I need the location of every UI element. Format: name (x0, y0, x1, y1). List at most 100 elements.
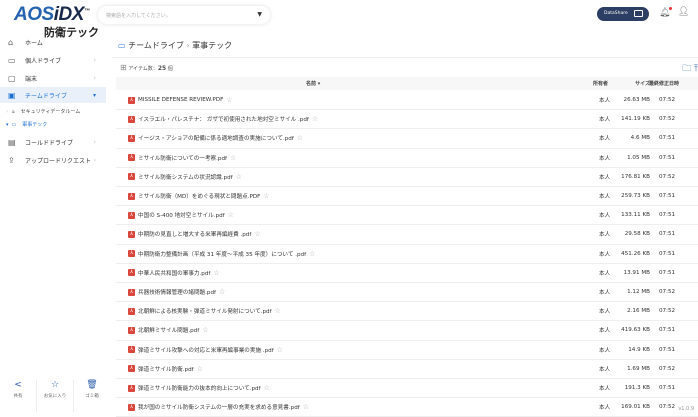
table-row[interactable]: ⅄ 弾道ミサイル防衛.pdf ☆ 1.69 MB 本人 07:52 (116, 360, 698, 379)
datashare-button[interactable]: DataShare (597, 7, 649, 21)
star-icon[interactable]: ☆ (226, 96, 232, 104)
file-name-cell[interactable]: ⅄ 中国の S-400 地対空ミサイル.pdf ☆ (128, 206, 234, 224)
file-name-cell[interactable]: ⅄ 我が国のミサイル防衛システムの一層の充実を求める意見書.pdf ☆ (128, 398, 309, 416)
upload-icon[interactable]: ⤒ (694, 64, 698, 74)
column-name[interactable]: 名前 ▾ (306, 77, 320, 90)
file-name-cell[interactable]: ⅄ ミサイル防衛（MD）をめぐる現状と問題点.PDF ☆ (128, 187, 270, 205)
bell-icon[interactable]: 🔔︎ (659, 7, 673, 18)
file-name[interactable]: 北朝鮮による核実験・弾道ミサイル発射について.pdf (138, 307, 272, 315)
share-button[interactable]: < 共有 (0, 380, 37, 412)
table-row[interactable]: ⅄ 中国の S-400 地対空ミサイル.pdf ☆ 133.11 KB 本人 07:… (116, 206, 698, 226)
table-row[interactable]: ⅄ 北朝鮮ミサイル問題.pdf ☆ 419.63 KB 本人 07:51 (116, 321, 698, 341)
sidebar-item-home[interactable]: ⌂ ホーム (0, 34, 106, 50)
file-name[interactable]: 中期防の見直しと増大する米軍再編経費 .pdf (138, 230, 251, 238)
column-modified[interactable]: 最終修正日時 (649, 77, 679, 90)
pdf-icon: ⅄ (128, 192, 135, 200)
table-row[interactable]: ⅄ 弾道ミサイル攻撃への対応と米軍再編事業の実施 .pdf ☆ 14.9 KB 本人… (116, 341, 698, 360)
file-name-cell[interactable]: ⅄ 北朝鮮による核実験・弾道ミサイル発射について.pdf ☆ (128, 302, 281, 320)
star-icon[interactable]: ☆ (312, 115, 318, 123)
star-icon[interactable]: ☆ (297, 134, 303, 142)
file-name[interactable]: 中期防衛力整備計画（平成 31 年度〜平成 35 年度）について .pdf (138, 250, 306, 258)
file-name-cell[interactable]: ⅄ 弾道ミサイル攻撃への対応と米軍再編事業の実施 .pdf ☆ (128, 341, 283, 359)
file-name-cell[interactable]: ⅄ イスラエル・パレスチナ： ガザで初使用された地対空ミサイル .pdf ☆ (128, 110, 318, 128)
table-row[interactable]: ⅄ ミサイル防衛システムの状況認識.pdf ☆ 176.81 KB 本人 07:52 (116, 168, 698, 187)
file-name[interactable]: ミサイル防衛システムの状況認識.pdf (138, 173, 233, 181)
star-icon[interactable]: ☆ (219, 288, 225, 296)
table-row[interactable]: ⅄ 弾道ミサイル防衛能力の抜本的向上について.pdf ☆ 191.3 KB 本人 0… (116, 379, 698, 399)
tree-item-security-dataroom[interactable]: › 🔒︎ セキュリティデータルーム (6, 108, 80, 116)
file-name[interactable]: 弾道ミサイル防衛能力の抜本的向上について.pdf (138, 384, 261, 392)
sidebar-item-team-drive[interactable]: ▣ チームドライブ ▾ (0, 87, 106, 103)
table-row[interactable]: ⅄ イスラエル・パレスチナ： ガザで初使用された地対空ミサイル .pdf ☆ 141… (116, 110, 698, 130)
file-name-cell[interactable]: ⅄ 北朝鮮ミサイル問題.pdf ☆ (128, 321, 208, 339)
table-row[interactable]: ⅄ ミサイル防衛についての一考察.pdf ☆ 1.05 MB 本人 07:51 (116, 149, 698, 168)
table-row[interactable]: ⅄ 中期防衛力整備計画（平成 31 年度〜平成 35 年度）について .pdf ☆ … (116, 245, 698, 264)
file-name[interactable]: 弾道ミサイル攻撃への対応と米軍再編事業の実施 .pdf (138, 346, 274, 354)
star-icon[interactable]: ☆ (202, 326, 208, 334)
file-name[interactable]: イスラエル・パレスチナ： ガザで初使用された地対空ミサイル .pdf (138, 115, 309, 123)
file-name[interactable]: 弾道ミサイル防衛.pdf (138, 365, 194, 373)
file-name-cell[interactable]: ⅄ 中期防衛力整備計画（平成 31 年度〜平成 35 年度）について .pdf ☆ (128, 245, 315, 263)
table-row[interactable]: ⅄ 中期防の見直しと増大する米軍再編経費 .pdf ☆ 29.58 KB 本人 07… (116, 225, 698, 245)
favorites-button[interactable]: ☆ お気に入り (37, 380, 74, 412)
table-row[interactable]: ⅄ MISSILE DEFENSE REVIEW.PDF ☆ 26.63 MB 本人… (116, 91, 698, 111)
search-input[interactable]: 検索語を入力してください。 ▼ (98, 6, 270, 24)
sidebar-item-personal-drive[interactable]: ▭ 個人ドライブ › (0, 52, 106, 68)
file-name-cell[interactable]: ⅄ 中期防の見直しと増大する米軍再編経費 .pdf ☆ (128, 225, 261, 243)
star-icon[interactable]: ☆ (254, 230, 260, 238)
file-name[interactable]: ミサイル防衛についての一考察.pdf (138, 154, 227, 162)
table-row[interactable]: ⅄ イージス・アショアの配備に係る適地調査の実施について.pdf ☆ 4.6 MB … (116, 129, 698, 149)
file-name-cell[interactable]: ⅄ ミサイル防衛についての一考察.pdf ☆ (128, 149, 236, 167)
star-icon[interactable]: ☆ (213, 269, 219, 277)
file-name-cell[interactable]: ⅄ 弾道ミサイル防衛能力の抜本的向上について.pdf ☆ (128, 379, 270, 397)
column-owner[interactable]: 所有者 (593, 77, 608, 90)
star-icon[interactable]: ☆ (275, 307, 281, 315)
chevron-down-icon[interactable]: ▼ (257, 11, 262, 18)
trash-button[interactable]: 🗑 ゴミ箱 (74, 380, 110, 412)
file-name-cell[interactable]: ⅄ MISSILE DEFENSE REVIEW.PDF ☆ (128, 91, 233, 109)
star-icon[interactable]: ☆ (228, 211, 234, 219)
column-size[interactable]: サイズ (635, 77, 650, 90)
star-icon[interactable]: ☆ (236, 173, 242, 181)
star-icon[interactable]: ☆ (197, 365, 203, 373)
file-modified: 07:52 (659, 97, 676, 104)
search-placeholder: 検索語を入力してください。 (106, 13, 171, 19)
file-modified: 07:51 (659, 250, 676, 257)
file-name[interactable]: ミサイル防衛（MD）をめぐる現状と問題点.PDF (138, 192, 260, 200)
breadcrumb-team-drive[interactable]: チームドライブ (128, 41, 184, 50)
table-row[interactable]: ⅄ 兵器技術情報管理の諸問題.pdf ☆ 1.12 MB 本人 07:52 (116, 283, 698, 303)
file-name[interactable]: 我が国のミサイル防衛システムの一層の充実を求める意見書.pdf (138, 403, 300, 411)
sidebar-item-upload-request[interactable]: ⇪ アップロードリクエスト › (0, 152, 106, 168)
file-owner: 本人 (599, 366, 611, 373)
file-name-cell[interactable]: ⅄ 中華人民共和国の軍事力.pdf ☆ (128, 264, 220, 282)
grid-view-icon[interactable]: ⊞ (120, 63, 127, 72)
table-row[interactable]: ⅄ 中華人民共和国の軍事力.pdf ☆ 13.91 MB 本人 07:51 (116, 264, 698, 283)
sidebar-item-devices[interactable]: ▢ 端末 › (0, 70, 106, 86)
share-label: 共有 (13, 394, 23, 399)
file-name-cell[interactable]: ⅄ イージス・アショアの配備に係る適地調査の実施について.pdf ☆ (128, 129, 303, 147)
breadcrumb: ▭ チームドライブ › 軍事テック (118, 41, 233, 50)
table-row[interactable]: ⅄ 北朝鮮による核実験・弾道ミサイル発射について.pdf ☆ 2.16 MB 本人 … (116, 302, 698, 322)
table-row[interactable]: ⅄ 我が国のミサイル防衛システムの一層の充実を求める意見書.pdf ☆ 169.01… (116, 398, 698, 417)
star-icon[interactable]: ☆ (303, 403, 309, 411)
star-icon[interactable]: ☆ (230, 154, 236, 162)
star-icon[interactable]: ☆ (263, 192, 269, 200)
file-name[interactable]: イージス・アショアの配備に係る適地調査の実施について.pdf (138, 134, 294, 142)
file-name[interactable]: 北朝鮮ミサイル問題.pdf (138, 326, 199, 334)
file-name[interactable]: MISSILE DEFENSE REVIEW.PDF (138, 97, 223, 103)
file-name[interactable]: 兵器技術情報管理の諸問題.pdf (138, 288, 216, 296)
file-name-cell[interactable]: ⅄ 兵器技術情報管理の諸問題.pdf ☆ (128, 283, 225, 301)
star-icon[interactable]: ☆ (309, 250, 315, 258)
file-name[interactable]: 中国の S-400 地対空ミサイル.pdf (138, 211, 225, 219)
file-name-cell[interactable]: ⅄ 弾道ミサイル防衛.pdf ☆ (128, 360, 203, 378)
file-size: 141.19 KB (621, 116, 650, 123)
file-name[interactable]: 中華人民共和国の軍事力.pdf (138, 269, 210, 277)
new-folder-icon[interactable]: 🗀︎ (682, 64, 691, 74)
tree-item-military-tech[interactable]: ▾ ▭ 軍事テック (6, 121, 47, 129)
sidebar-item-cold-drive[interactable]: ▤ コールドドライブ › (0, 134, 106, 150)
star-icon[interactable]: ☆ (277, 346, 283, 354)
star-icon[interactable]: ☆ (264, 384, 270, 392)
table-row[interactable]: ⅄ ミサイル防衛（MD）をめぐる現状と問題点.PDF ☆ 259.73 KB 本人 … (116, 187, 698, 207)
user-icon[interactable]: 👤︎ (678, 7, 689, 17)
file-name-cell[interactable]: ⅄ ミサイル防衛システムの状況認識.pdf ☆ (128, 168, 242, 186)
